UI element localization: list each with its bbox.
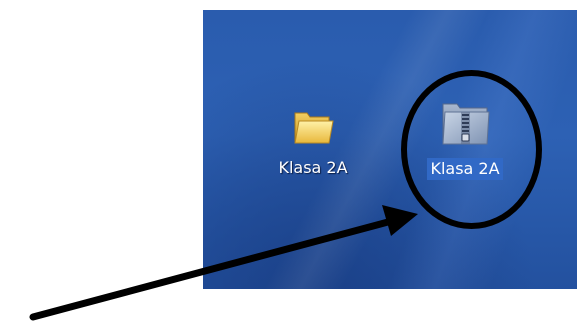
annotation-arrow (29, 205, 418, 321)
screenshot-stage: Klasa 2A Klasa 2A (0, 0, 577, 323)
